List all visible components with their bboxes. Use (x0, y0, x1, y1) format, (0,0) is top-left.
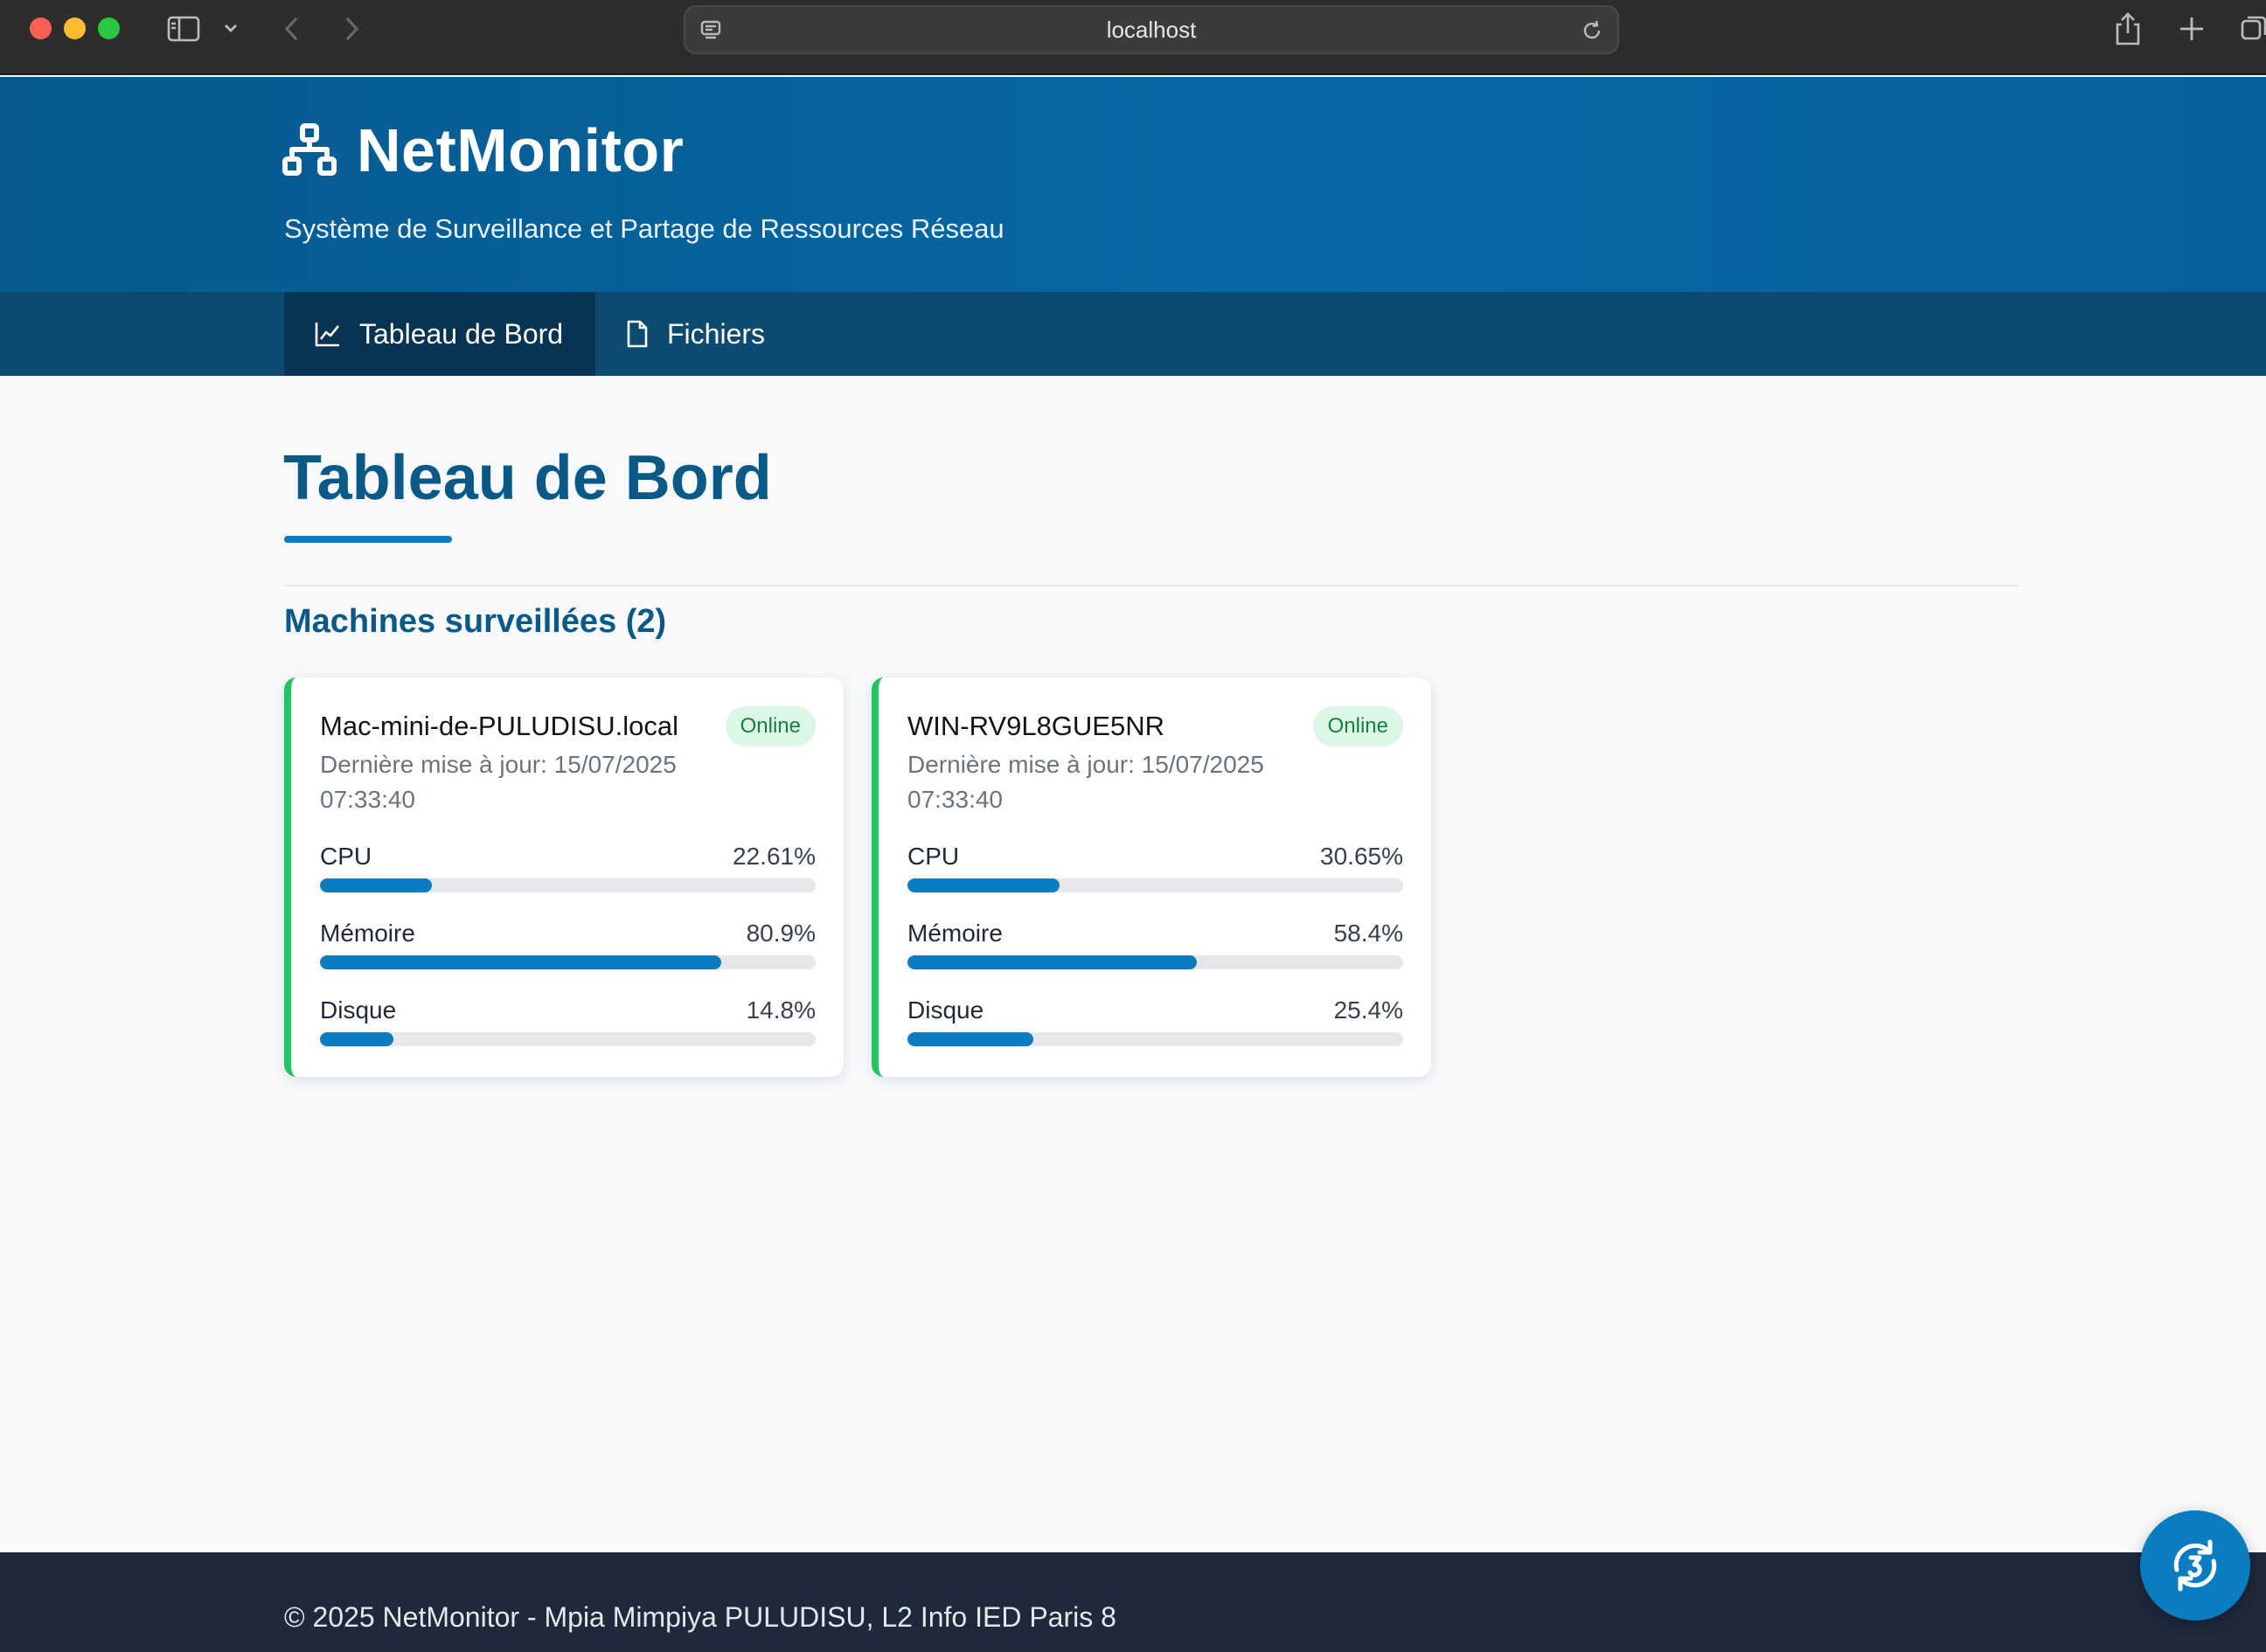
metric-label: Disque (320, 996, 397, 1024)
metric-memory: Mémoire 80.9% (320, 920, 816, 981)
progress-track (907, 1032, 1403, 1046)
metric-value: 30.65% (1320, 843, 1403, 870)
progress-track (320, 878, 816, 892)
progress-track (907, 878, 1403, 892)
tab-files[interactable]: Fichiers (595, 292, 795, 376)
metric-label: Mémoire (907, 920, 1003, 947)
metric-label: Mémoire (320, 920, 415, 947)
browser-toolbar: localhost (0, 0, 2266, 75)
progress-fill (320, 1032, 393, 1046)
last-update-text: Dernière mise à jour: 15/07/2025 07:33:4… (320, 751, 677, 813)
tab-overview-icon[interactable] (2238, 12, 2266, 44)
metric-disk: Disque 14.8% (320, 996, 816, 1058)
metric-disk: Disque 25.4% (907, 996, 1403, 1058)
chart-line-icon (315, 323, 340, 347)
chevron-down-icon[interactable] (220, 17, 241, 38)
metric-cpu: CPU 30.65% (907, 843, 1403, 904)
metric-label: CPU (907, 843, 960, 870)
metric-value: 58.4% (1333, 920, 1403, 947)
machine-name: WIN-RV9L8GUE5NR (907, 711, 1165, 741)
tab-files-label: Fichiers (667, 317, 766, 350)
refresh-fab-button[interactable] (2140, 1510, 2250, 1621)
machine-card: WIN-RV9L8GUE5NR Online Dernière mise à j… (872, 677, 1431, 1077)
progress-fill (907, 955, 1198, 969)
minimize-window-button[interactable] (64, 17, 86, 39)
progress-track (320, 955, 816, 969)
metric-value: 22.61% (733, 843, 816, 870)
section-title: Machines surveillées (2) (284, 603, 667, 640)
share-icon[interactable] (2110, 10, 2145, 47)
back-arrow-icon[interactable] (278, 14, 306, 44)
address-bar[interactable]: localhost (684, 5, 1619, 54)
metric-value: 25.4% (1333, 996, 1403, 1024)
site-header: NetMonitor Système de Surveillance et Pa… (0, 77, 2266, 292)
progress-track (907, 955, 1403, 969)
progress-fill (907, 878, 1060, 892)
refresh-icon (2173, 1539, 2217, 1592)
title-underline (284, 536, 452, 543)
progress-fill (320, 955, 721, 969)
metric-memory: Mémoire 58.4% (907, 920, 1403, 981)
app-title: NetMonitor (357, 116, 685, 184)
url-text[interactable]: localhost (685, 7, 1617, 52)
sidebar-toggle-icon[interactable] (164, 12, 203, 45)
main-nav: Tableau de Bord Fichiers (0, 292, 2266, 376)
metric-label: Disque (907, 996, 984, 1024)
status-badge: Online (725, 706, 816, 746)
plus-icon[interactable] (2175, 12, 2208, 45)
progress-fill (907, 1032, 1034, 1046)
close-window-button[interactable] (30, 17, 52, 39)
metric-value: 14.8% (746, 996, 816, 1024)
machine-name: Mac-mini-de-PULUDISU.local (320, 711, 678, 741)
section-divider (284, 585, 2019, 587)
reload-icon[interactable] (1579, 17, 1605, 44)
metric-value: 80.9% (746, 920, 816, 947)
machine-card: Mac-mini-de-PULUDISU.local Online Derniè… (284, 677, 844, 1077)
progress-fill (320, 878, 433, 892)
footer-text: © 2025 NetMonitor - Mpia Mimpiya PULUDIS… (284, 1601, 1116, 1633)
site-footer: © 2025 NetMonitor - Mpia Mimpiya PULUDIS… (0, 1552, 2266, 1652)
app-subtitle: Système de Surveillance et Partage de Re… (284, 213, 1004, 244)
last-update-text: Dernière mise à jour: 15/07/2025 07:33:4… (907, 751, 1264, 813)
status-badge: Online (1312, 706, 1403, 746)
maximize-window-button[interactable] (98, 17, 120, 39)
tab-dashboard[interactable]: Tableau de Bord (284, 292, 595, 376)
file-icon (627, 320, 648, 348)
page-title: Tableau de Bord (283, 443, 772, 513)
network-icon (282, 122, 337, 178)
tab-dashboard-label: Tableau de Bord (359, 317, 564, 350)
metric-label: CPU (320, 843, 372, 870)
progress-track (320, 1032, 816, 1046)
metric-cpu: CPU 22.61% (320, 843, 816, 904)
forward-arrow-icon[interactable] (337, 14, 365, 44)
